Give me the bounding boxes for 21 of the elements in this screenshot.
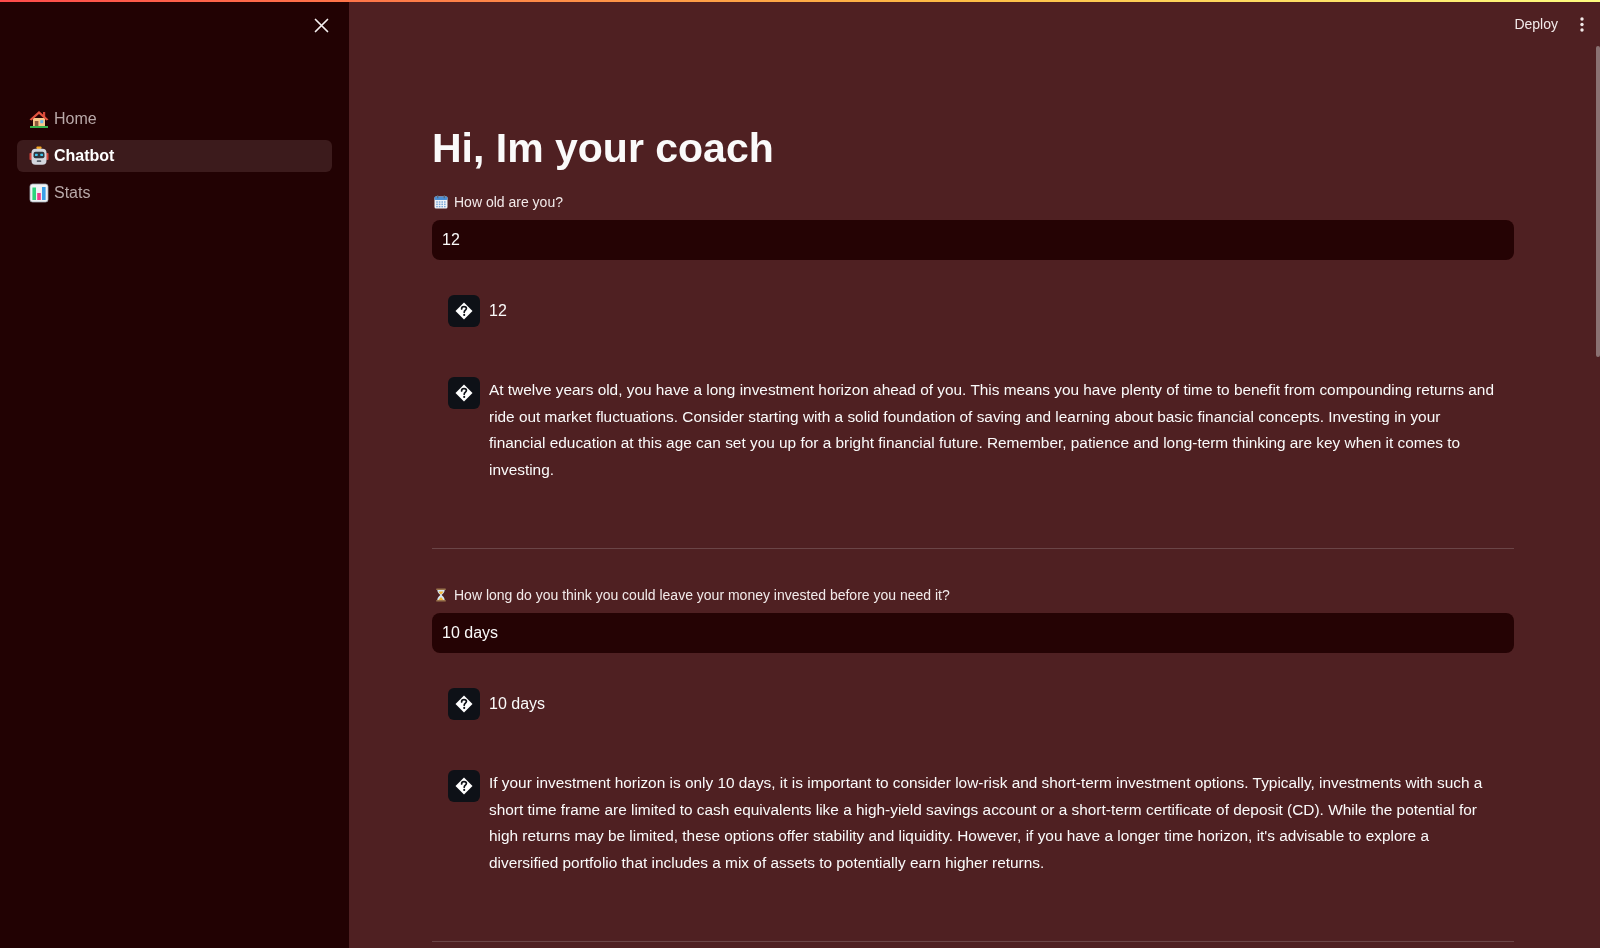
calendar-icon [434,195,448,209]
nav-link[interactable]: Chatbot [17,140,332,172]
text-input[interactable]: 12 [432,220,1514,260]
nav-link[interactable]: Stats [17,177,332,209]
text-input[interactable]: 10 days [432,613,1514,653]
close-icon[interactable] [314,18,329,33]
more-menu-icon[interactable] [1580,16,1584,32]
field-label: How old are you? [454,193,563,212]
deploy-button[interactable]: Deploy [1506,10,1566,38]
house-icon [29,109,49,129]
scrollbar-thumb[interactable] [1596,46,1600,357]
robot-icon [29,146,49,166]
message-text: 10 days [489,694,546,714]
page-title: Hi, Im your coach [432,124,775,173]
message-text: 12 [489,301,507,321]
nav-link[interactable]: Home [17,103,332,135]
message-text: At twelve years old, you have a long investment horizon ahead of you. This means you have plenty of time to benefit from compounding returns and ride out market fluctuations. Consider starting with a solid foundation of saving and learning about basic financial concepts. Investing in your financial education at this age can set you up for a bright financial future. Remember, patience and long-term thinking are key when it comes to investing. [489,380,1495,480]
bar-chart-icon [29,183,49,203]
message-text: If your investment horizon is only 10 days, it is important to consider low-risk and short-term investment options. Typically, investments with such a short time frame are limited to cash equivalents like a high-yield savings account or a short-term certificate of deposit (CD). While the potential for high returns may be limited, these options offer stability and liquidity. However, if you have a longer time horizon, it's advisable to explore a diversified portfolio that includes a mix of assets to potentially earn higher returns. [489,773,1484,873]
hourglass-icon [434,588,448,602]
field-label: How long do you think you could leave your money invested before you need it? [454,586,950,605]
